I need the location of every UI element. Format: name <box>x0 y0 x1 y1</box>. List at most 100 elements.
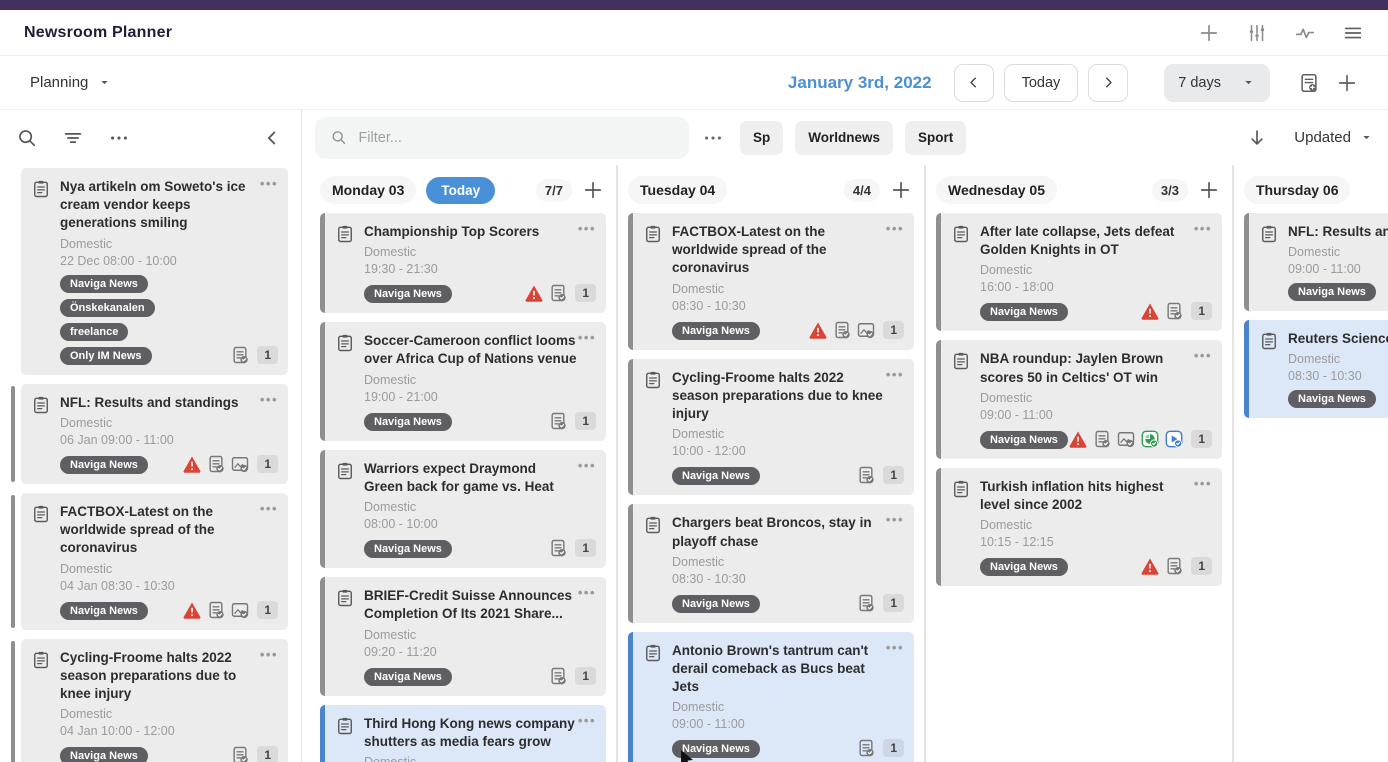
warning-icon <box>524 283 544 303</box>
add-icon[interactable] <box>1198 22 1220 44</box>
doc-check-icon <box>856 593 876 613</box>
story-card[interactable]: Reuters Science News Domestic 08:30 - 10… <box>1244 320 1388 418</box>
sort-group: Updated <box>1246 127 1374 149</box>
doc-check-icon <box>548 666 568 686</box>
menu-icon[interactable] <box>1342 22 1364 44</box>
warning-icon <box>182 454 202 474</box>
add-story-button[interactable] <box>582 179 604 201</box>
more-options-icon[interactable]: ••• <box>1194 349 1212 362</box>
more-options-icon[interactable]: ••• <box>578 222 596 235</box>
card-body: NFL: Results and standings Domestic 06 J… <box>60 394 278 474</box>
channel-badge: Naviga News <box>364 668 452 686</box>
day-column: Thursday 06 NFL: Results and standings D… <box>1234 165 1388 762</box>
search-icon[interactable] <box>16 127 38 149</box>
quick-filter-sp[interactable]: Sp <box>740 121 783 155</box>
more-options-icon[interactable]: ••• <box>260 502 278 515</box>
card-main: Cycling-Froome halts 2022 season prepara… <box>643 369 904 486</box>
story-card[interactable]: NBA roundup: Jaylen Brown scores 50 in C… <box>936 340 1222 458</box>
story-card[interactable]: Chargers beat Broncos, stay in playoff c… <box>628 504 914 622</box>
more-options-icon[interactable]: ••• <box>260 393 278 406</box>
video-check-icon <box>1164 429 1184 449</box>
status-icon-list: 1 <box>230 745 278 762</box>
story-card[interactable]: NFL: Results and standings Domestic 06 J… <box>21 384 288 484</box>
prev-period-button[interactable] <box>954 64 994 102</box>
clipboard-icon <box>335 224 355 244</box>
view-switcher[interactable]: Planning <box>30 74 112 91</box>
day-column: Tuesday 04 4/4 FACTBOX-Latest on the wor… <box>618 165 926 762</box>
sort-direction-icon[interactable] <box>1246 127 1268 149</box>
status-icon-list: 1 <box>524 283 596 303</box>
story-card[interactable]: Cycling-Froome halts 2022 season prepara… <box>21 639 288 762</box>
version-count: 1 <box>257 601 278 619</box>
card-footer: Naviga News 1 <box>364 411 596 431</box>
quick-filter-worldnews[interactable]: Worldnews <box>795 121 893 155</box>
filter-input-wrap[interactable] <box>315 117 689 159</box>
clipboard-icon <box>335 588 355 608</box>
story-card[interactable]: After late collapse, Jets defeat Golden … <box>936 213 1222 331</box>
more-options-icon[interactable]: ••• <box>578 331 596 344</box>
channel-badge: Naviga News <box>1288 283 1376 301</box>
card-main: NFL: Results and standings Domestic 09:0… <box>1259 223 1388 301</box>
more-options-icon[interactable]: ••• <box>886 222 904 235</box>
more-options-icon[interactable]: ••• <box>578 586 596 599</box>
chart-check-icon <box>1140 429 1160 449</box>
date-label[interactable]: January 3rd, 2022 <box>788 73 932 93</box>
collapse-sidebar-icon[interactable] <box>261 127 283 149</box>
story-card[interactable]: Cycling-Froome halts 2022 season prepara… <box>628 359 914 496</box>
more-options-icon[interactable]: ••• <box>886 513 904 526</box>
range-select[interactable]: 7 days <box>1164 64 1270 102</box>
card-footer: Naviga News 1 <box>980 301 1212 321</box>
story-card[interactable]: Turkish inflation hits highest level sin… <box>936 468 1222 586</box>
more-options-icon[interactable] <box>108 127 130 149</box>
more-options-icon[interactable]: ••• <box>1194 222 1212 235</box>
brand-color-strip <box>0 0 1388 10</box>
status-icon-list: 1 <box>230 345 278 365</box>
board-filter-bar: Sp Worldnews Sport Updated <box>302 110 1388 165</box>
quick-filter-sport[interactable]: Sport <box>905 121 966 155</box>
story-card[interactable]: Championship Top Scorers Domestic 19:30 … <box>320 213 606 313</box>
status-icon-list: 1 <box>548 411 596 431</box>
column-header: Thursday 06 <box>1244 165 1388 213</box>
more-options-icon[interactable]: ••• <box>260 177 278 190</box>
add-story-button[interactable] <box>1198 179 1220 201</box>
more-filters-icon[interactable] <box>702 127 724 149</box>
status-icon-list: 1 <box>808 320 904 340</box>
story-card[interactable]: FACTBOX-Latest on the worldwide spread o… <box>21 493 288 630</box>
card-footer: Naviga News 1 <box>364 283 596 303</box>
image-check-icon <box>230 600 250 620</box>
more-options-icon[interactable]: ••• <box>260 648 278 661</box>
add-story-button[interactable] <box>890 179 912 201</box>
next-period-button[interactable] <box>1088 64 1128 102</box>
card-body: Third Hong Kong news company shutters as… <box>364 715 596 762</box>
more-options-icon[interactable]: ••• <box>886 368 904 381</box>
story-title: BRIEF-Credit Suisse Announces Completion… <box>364 587 596 623</box>
more-options-icon[interactable]: ••• <box>578 714 596 727</box>
add-event-icon[interactable] <box>1336 72 1358 94</box>
story-title: Cycling-Froome halts 2022 season prepara… <box>672 369 904 424</box>
notes-settings-icon[interactable] <box>1298 72 1320 94</box>
story-card[interactable]: Warriors expect Draymond Green back for … <box>320 450 606 568</box>
story-card[interactable]: Third Hong Kong news company shutters as… <box>320 705 606 762</box>
filter-input[interactable] <box>358 130 674 146</box>
more-options-icon[interactable]: ••• <box>886 641 904 654</box>
tune-sliders-icon[interactable] <box>1246 22 1268 44</box>
story-card[interactable]: Soccer-Cameroon conflict looms over Afri… <box>320 322 606 440</box>
story-card[interactable]: Nya artikeln om Soweto's ice cream vendo… <box>21 168 288 375</box>
version-count: 1 <box>883 594 904 612</box>
sort-select[interactable]: Updated <box>1294 129 1374 146</box>
column-count: 4/4 <box>844 179 880 202</box>
activity-pulse-icon[interactable] <box>1294 22 1316 44</box>
story-card[interactable]: Antonio Brown's tantrum can't derail com… <box>628 632 914 762</box>
story-card[interactable]: FACTBOX-Latest on the worldwide spread o… <box>628 213 914 350</box>
story-card[interactable]: BRIEF-Credit Suisse Announces Completion… <box>320 577 606 695</box>
filter-icon[interactable] <box>62 127 84 149</box>
story-title: NFL: Results and standings <box>1288 223 1388 241</box>
more-options-icon[interactable]: ••• <box>578 459 596 472</box>
story-title: Warriors expect Draymond Green back for … <box>364 460 596 496</box>
more-options-icon[interactable]: ••• <box>1194 477 1212 490</box>
story-title: Nya artikeln om Soweto's ice cream vendo… <box>60 178 278 233</box>
today-button[interactable]: Today <box>1004 64 1079 102</box>
card-body: Reuters Science News Domestic 08:30 - 10… <box>1288 330 1388 408</box>
story-card[interactable]: NFL: Results and standings Domestic 09:0… <box>1244 213 1388 311</box>
card-body: Championship Top Scorers Domestic 19:30 … <box>364 223 596 303</box>
